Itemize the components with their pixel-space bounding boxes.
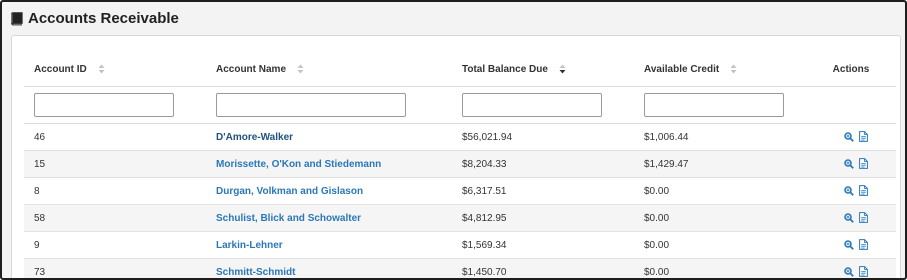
account-name-link[interactable]: Morissette, O'Kon and Stiedemann [216,159,381,170]
balance-cell: $4,812.95 [452,204,634,232]
view-icon[interactable] [844,132,854,142]
available-credit-filter-input[interactable] [644,93,784,117]
filter-row [24,86,896,124]
account-name-cell: Durgan, Volkman and Gislason [206,177,452,205]
column-header-available-credit[interactable]: Available Credit [634,52,806,87]
credit-cell: $1,429.47 [634,150,806,178]
account-name-link[interactable]: Schmitt-Schmidt [216,267,295,278]
account-id-cell: 9 [24,231,206,259]
account-name-cell: Larkin-Lehner [206,231,452,259]
view-icon[interactable] [844,186,854,196]
actions-cell [806,177,896,205]
credit-cell: $0.00 [634,204,806,232]
view-icon[interactable] [844,159,854,169]
account-name-link[interactable]: Durgan, Volkman and Gislason [216,186,363,197]
column-header-account-name[interactable]: Account Name [206,52,452,87]
table-row: 73 Schmitt-Schmidt $1,450.70 $0.00 [24,258,896,278]
actions-cell [806,204,896,232]
column-label: Total Balance Due [462,63,548,75]
sort-descending-icon[interactable] [559,64,566,74]
balance-cell: $1,450.70 [452,258,634,278]
credit-cell: $1,006.44 [634,123,806,151]
account-name-cell: Schmitt-Schmidt [206,258,452,278]
sort-unsorted-icon[interactable] [98,64,105,74]
document-icon[interactable] [858,131,868,143]
balance-cell: $56,021.94 [452,123,634,151]
balance-cell: $8,204.33 [452,150,634,178]
table-row: 9 Larkin-Lehner $1,569.34 $0.00 [24,231,896,259]
document-icon[interactable] [858,239,868,251]
column-label: Account ID [34,63,87,75]
page-title: Accounts Receivable [28,10,179,27]
column-label: Available Credit [644,63,720,75]
account-name-cell: Morissette, O'Kon and Stiedemann [206,150,452,178]
actions-cell [806,150,896,178]
account-id-filter-input[interactable] [34,93,174,117]
view-icon[interactable] [844,240,854,250]
balance-cell: $6,317.51 [452,177,634,205]
account-name-link[interactable]: Schulist, Blick and Schowalter [216,213,361,224]
column-header-account-id[interactable]: Account ID [24,52,206,87]
account-name-link[interactable]: D'Amore-Walker [216,132,293,143]
column-label: Actions [832,63,870,75]
filter-cell [24,86,206,124]
account-id-cell: 46 [24,123,206,151]
actions-cell [806,258,896,278]
account-id-cell: 58 [24,204,206,232]
widget-header: Accounts Receivable [2,2,905,35]
filter-cell [206,86,452,124]
column-header-actions: Actions [806,52,896,87]
account-id-cell: 8 [24,177,206,205]
document-icon[interactable] [858,158,868,170]
table-panel: Account ID Account Name Total Balance Du… [11,35,901,278]
account-name-cell: Schulist, Blick and Schowalter [206,204,452,232]
credit-cell: $0.00 [634,177,806,205]
sort-unsorted-icon[interactable] [730,64,737,74]
view-icon[interactable] [844,213,854,223]
account-name-link[interactable]: Larkin-Lehner [216,240,283,251]
table-row: 8 Durgan, Volkman and Gislason $6,317.51… [24,177,896,205]
column-header-total-balance-due[interactable]: Total Balance Due [452,52,634,87]
book-icon [11,11,23,25]
account-id-cell: 15 [24,150,206,178]
table-row: 46 D'Amore-Walker $56,021.94 $1,006.44 [24,123,896,151]
filter-cell [452,86,634,124]
actions-cell [806,123,896,151]
credit-cell: $0.00 [634,258,806,278]
view-icon[interactable] [844,267,854,277]
credit-cell: $0.00 [634,231,806,259]
account-id-cell: 73 [24,258,206,278]
filter-cell [806,86,896,124]
table-row: 15 Morissette, O'Kon and Stiedemann $8,2… [24,150,896,178]
actions-cell [806,231,896,259]
accounts-receivable-widget: Accounts Receivable Account ID Account N… [0,0,907,280]
table-header-row: Account ID Account Name Total Balance Du… [24,52,896,87]
column-label: Account Name [216,63,287,75]
document-icon[interactable] [858,185,868,197]
document-icon[interactable] [858,266,868,278]
accounts-table: Account ID Account Name Total Balance Du… [24,52,896,278]
table-row: 58 Schulist, Blick and Schowalter $4,812… [24,204,896,232]
sort-unsorted-icon[interactable] [297,64,304,74]
filter-cell [634,86,806,124]
document-icon[interactable] [858,212,868,224]
account-name-filter-input[interactable] [216,93,406,117]
account-name-cell: D'Amore-Walker [206,123,452,151]
balance-cell: $1,569.34 [452,231,634,259]
total-balance-filter-input[interactable] [462,93,602,117]
